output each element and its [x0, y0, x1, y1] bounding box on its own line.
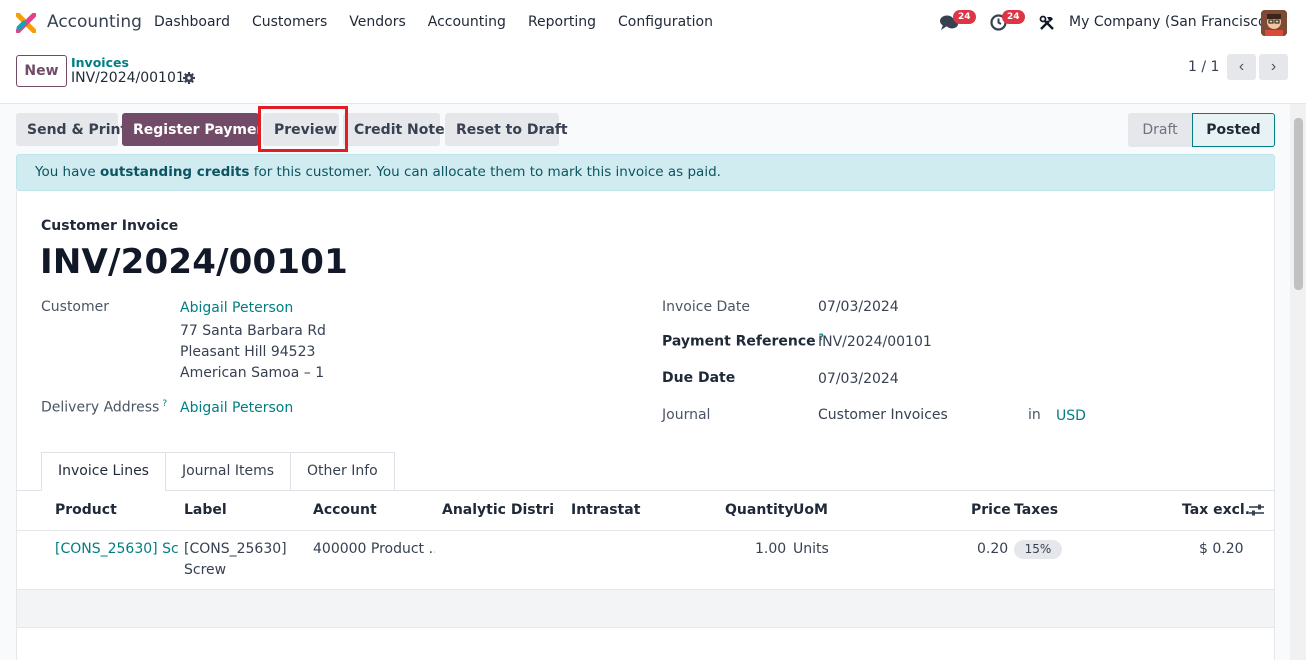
company-switcher[interactable]: My Company (San Francisco) — [1069, 14, 1272, 30]
menu-reporting[interactable]: Reporting — [528, 14, 596, 30]
invoice-number-title: INV/2024/00101 — [40, 242, 348, 282]
pager-value[interactable]: 1 / 1 — [1188, 59, 1219, 75]
header-row-divider — [17, 530, 1274, 531]
pager-previous-button[interactable]: ‹ — [1227, 54, 1256, 80]
col-quantity[interactable]: Quantity — [725, 502, 794, 518]
menu-vendors[interactable]: Vendors — [349, 14, 405, 30]
control-panel: New Invoices INV/2024/00101 1 / 1 ‹ › — [0, 46, 1306, 104]
line-price[interactable]: 0.20 — [977, 541, 1008, 557]
breadcrumb-current: INV/2024/00101 — [71, 70, 185, 86]
credit-note-button[interactable]: Credit Note — [343, 113, 445, 146]
tab-other-info[interactable]: Other Info — [290, 452, 395, 491]
due-date-label: Due Date — [662, 370, 736, 386]
form-action-bar: Send & Print Register Payment Preview Cr… — [0, 104, 1290, 154]
pager-next-button[interactable]: › — [1259, 54, 1288, 80]
journal-field[interactable]: Customer Invoices — [818, 407, 948, 423]
invoice-date-field[interactable]: 07/03/2024 — [818, 299, 899, 315]
col-taxes[interactable]: Taxes — [1014, 502, 1058, 518]
alert-outstanding-credits[interactable]: outstanding credits — [100, 164, 249, 180]
menu-customers[interactable]: Customers — [252, 14, 327, 30]
status-posted[interactable]: Posted — [1192, 113, 1275, 147]
currency-link[interactable]: USD — [1056, 408, 1086, 424]
line-product[interactable]: [CONS_25630] Screw — [55, 541, 179, 557]
reset-to-draft-button[interactable]: Reset to Draft — [445, 113, 568, 146]
line-uom[interactable]: Units — [793, 541, 829, 557]
top-navbar: Accounting Dashboard Customers Vendors A… — [0, 0, 1306, 46]
payment-reference-label-text: Payment Reference — [662, 333, 816, 350]
debug-tools-icon[interactable] — [1039, 15, 1055, 31]
alert-suffix: for this customer. You can allocate them… — [249, 164, 721, 180]
accounting-app-icon[interactable] — [16, 13, 36, 33]
optional-columns-icon[interactable] — [1249, 503, 1264, 517]
send-print-button[interactable]: Send & Print — [16, 113, 127, 146]
invoice-type-label: Customer Invoice — [41, 218, 179, 234]
user-avatar[interactable] — [1261, 10, 1287, 36]
address-line-2: Pleasant Hill 94523 — [180, 344, 316, 360]
register-payment-button[interactable]: Register Payment — [122, 113, 273, 146]
currency-in-label: in — [1028, 407, 1041, 423]
breadcrumb-invoices[interactable]: Invoices — [71, 55, 129, 70]
line-label-2[interactable]: Screw — [184, 562, 226, 578]
tab-invoice-lines[interactable]: Invoice Lines — [41, 452, 166, 491]
address-line-3: American Samoa – 1 — [180, 365, 325, 381]
delivery-address-label-text: Delivery Address — [41, 399, 160, 416]
app-name[interactable]: Accounting — [47, 12, 142, 32]
col-tax-excl[interactable]: Tax excl. — [1182, 502, 1250, 518]
notebook-tabs: Invoice Lines Journal Items Other Info — [41, 452, 395, 491]
journal-label: Journal — [662, 407, 711, 423]
col-intrastat[interactable]: Intrastat — [571, 502, 640, 518]
scrollbar-thumb[interactable] — [1294, 118, 1303, 290]
activity-badge: 24 — [1002, 10, 1025, 24]
col-product[interactable]: Product — [55, 502, 117, 518]
preview-button[interactable]: Preview — [263, 113, 339, 146]
alert-prefix: You have — [35, 164, 100, 180]
new-button[interactable]: New — [16, 55, 67, 87]
user-avatar-icon — [1261, 10, 1287, 36]
menu-dashboard[interactable]: Dashboard — [154, 14, 230, 30]
outstanding-credits-alert: You have outstanding credits for this cu… — [16, 154, 1275, 191]
col-uom[interactable]: UoM — [793, 502, 828, 518]
line-account[interactable]: 400000 Product … — [313, 541, 435, 557]
col-account[interactable]: Account — [313, 502, 377, 518]
invoice-date-label: Invoice Date — [662, 299, 750, 315]
delivery-address-label: Delivery Address? — [41, 399, 167, 416]
col-label[interactable]: Label — [184, 502, 227, 518]
status-bar: Draft Posted — [1128, 113, 1275, 147]
line-label-1[interactable]: [CONS_25630] — [184, 541, 287, 557]
due-date-field[interactable]: 07/03/2024 — [818, 371, 899, 387]
tab-journal-items[interactable]: Journal Items — [164, 452, 292, 491]
empty-table-row — [17, 590, 1274, 627]
line-quantity[interactable]: 1.00 — [755, 541, 786, 557]
payment-reference-field[interactable]: INV/2024/00101 — [818, 334, 932, 350]
chat-badge: 24 — [953, 10, 976, 24]
menu-accounting[interactable]: Accounting — [428, 14, 506, 30]
help-tooltip-icon[interactable]: ? — [162, 399, 167, 409]
col-price[interactable]: Price — [971, 502, 1011, 518]
row-divider — [17, 627, 1274, 628]
customer-label: Customer — [41, 299, 110, 315]
col-analytic-distribution[interactable]: Analytic Distri… — [442, 502, 554, 518]
status-draft[interactable]: Draft — [1128, 113, 1192, 147]
payment-reference-label: Payment Reference? — [662, 333, 824, 350]
address-line-1: 77 Santa Barbara Rd — [180, 323, 326, 339]
menu-configuration[interactable]: Configuration — [618, 14, 713, 30]
gear-icon[interactable] — [183, 72, 195, 84]
line-subtotal: $ 0.20 — [1199, 541, 1244, 557]
delivery-address-link[interactable]: Abigail Peterson — [180, 400, 293, 416]
line-tax-badge[interactable]: 15% — [1014, 540, 1062, 559]
customer-link[interactable]: Abigail Peterson — [180, 300, 293, 316]
main-menu: Dashboard Customers Vendors Accounting R… — [154, 14, 735, 30]
